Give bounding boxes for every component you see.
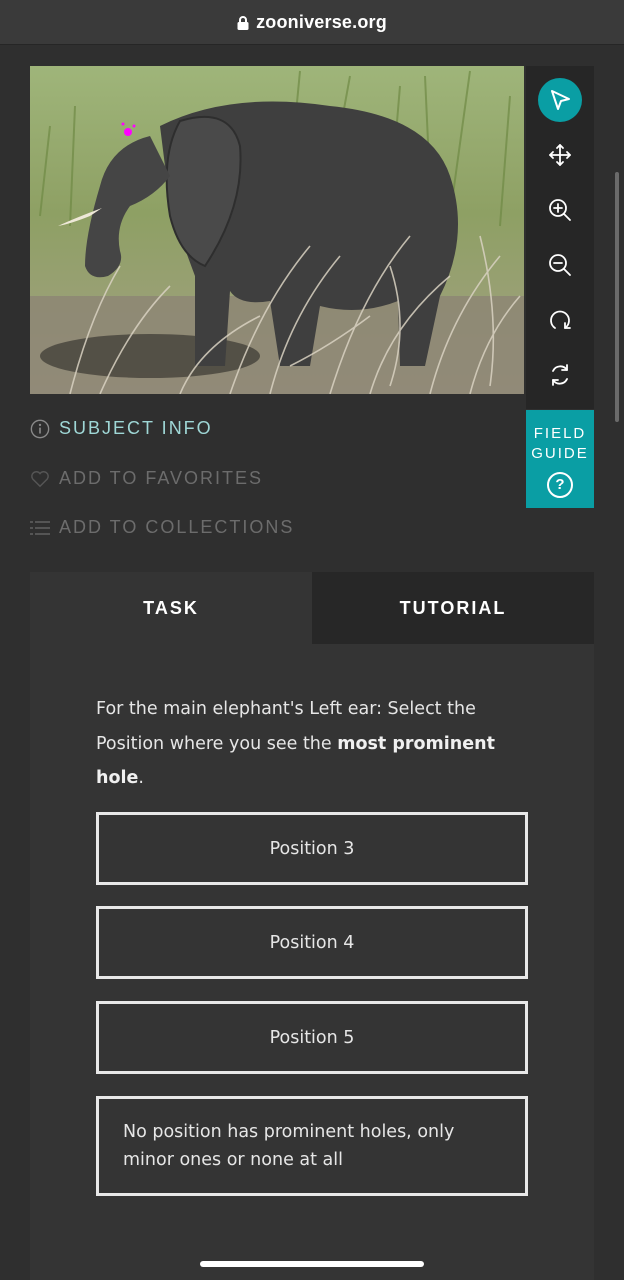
zoom-out-icon	[549, 254, 571, 276]
move-button[interactable]	[538, 133, 582, 177]
lock-icon	[237, 15, 249, 30]
subject-image[interactable]	[30, 66, 524, 394]
home-indicator[interactable]	[200, 1261, 424, 1267]
question-emphasis: most prominent	[337, 733, 495, 754]
add-to-collections-label: ADD TO COLLECTIONS	[59, 517, 295, 537]
question-emphasis-2: hole	[96, 768, 139, 788]
pointer-button[interactable]	[538, 78, 582, 122]
field-guide-button[interactable]: FIELD GUIDE ?	[526, 410, 594, 508]
add-to-collections-link[interactable]: ADD TO COLLECTIONS	[30, 517, 294, 538]
tab-task[interactable]: TASK	[30, 572, 312, 644]
answer-button[interactable]: Position 4	[96, 906, 528, 979]
list-icon	[30, 518, 50, 538]
url-bar[interactable]: zooniverse.org	[0, 0, 624, 45]
answer-button[interactable]: Position 5	[96, 1001, 528, 1074]
add-to-favorites-label: ADD TO FAVORITES	[59, 468, 264, 488]
move-icon	[549, 144, 571, 166]
reset-icon	[552, 364, 568, 386]
pointer-icon	[551, 90, 570, 110]
reset-button[interactable]	[538, 353, 582, 397]
tab-tutorial[interactable]: TUTORIAL	[312, 572, 594, 644]
scrollbar[interactable]	[615, 172, 619, 422]
task-question: For the main elephant's Left ear: Select…	[96, 692, 536, 796]
answer-button[interactable]: No position has prominent holes, only mi…	[96, 1096, 528, 1196]
zoom-out-button[interactable]	[538, 243, 582, 287]
task-panel: TASK TUTORIAL For the main elephant's Le…	[30, 572, 594, 1280]
zoom-in-button[interactable]	[538, 188, 582, 232]
task-tabs: TASK TUTORIAL	[30, 572, 594, 644]
rotate-button[interactable]	[538, 298, 582, 342]
answer-label: Position 5	[269, 1027, 355, 1048]
answer-button[interactable]: Position 3	[96, 812, 528, 885]
image-toolbar	[526, 66, 594, 409]
help-icon: ?	[547, 472, 573, 498]
zoom-in-icon	[549, 199, 571, 221]
rotate-icon	[550, 310, 571, 329]
answer-label: Position 3	[269, 838, 355, 859]
answer-label: No position has prominent holes, only mi…	[123, 1122, 455, 1170]
info-icon	[30, 419, 50, 439]
question-end: .	[138, 768, 144, 788]
subject-info-link[interactable]: SUBJECT INFO	[30, 418, 213, 439]
answer-label: Position 4	[269, 932, 355, 953]
field-guide-label: FIELD GUIDE	[531, 425, 589, 462]
url-domain: zooniverse.org	[256, 11, 387, 32]
add-to-favorites-link[interactable]: ADD TO FAVORITES	[30, 468, 263, 489]
heart-icon	[30, 469, 50, 489]
subject-info-label: SUBJECT INFO	[59, 418, 213, 438]
